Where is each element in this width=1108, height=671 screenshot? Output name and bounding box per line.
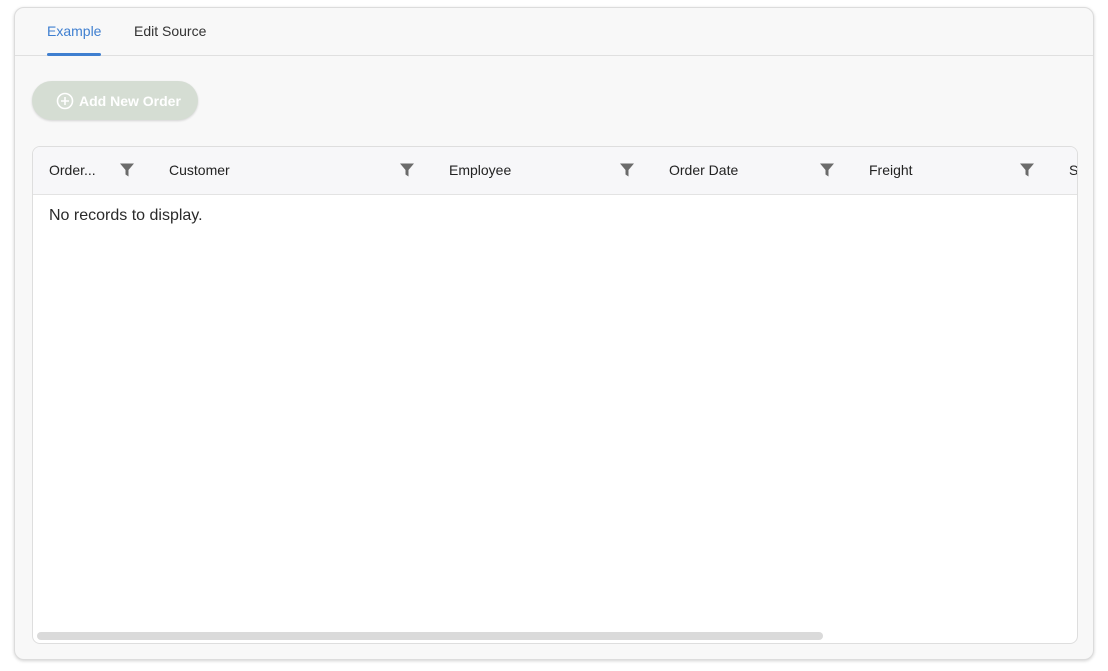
funnel-icon[interactable] bbox=[119, 162, 135, 178]
tab-edit-source[interactable]: Edit Source bbox=[134, 8, 206, 56]
empty-records-message: No records to display. bbox=[49, 207, 203, 224]
funnel-icon[interactable] bbox=[399, 162, 415, 178]
funnel-icon[interactable] bbox=[1019, 162, 1035, 178]
funnel-icon[interactable] bbox=[619, 162, 635, 178]
add-new-order-label: Add New Order bbox=[79, 92, 181, 109]
example-panel: Example Edit Source Add New Order Order.… bbox=[14, 7, 1094, 660]
funnel-icon[interactable] bbox=[819, 162, 835, 178]
horizontal-scrollbar[interactable] bbox=[37, 632, 823, 640]
column-header-employee[interactable]: Employee bbox=[449, 147, 511, 195]
column-header-customer[interactable]: Customer bbox=[169, 147, 230, 195]
orders-grid: Order... Customer Employee Order Date Fr… bbox=[32, 146, 1078, 644]
column-header-freight[interactable]: Freight bbox=[869, 147, 913, 195]
column-header-order-date[interactable]: Order Date bbox=[669, 147, 738, 195]
column-header-ship[interactable]: S bbox=[1069, 147, 1077, 195]
grid-header: Order... Customer Employee Order Date Fr… bbox=[33, 147, 1077, 195]
column-header-order[interactable]: Order... bbox=[49, 147, 96, 195]
plus-circle-icon bbox=[56, 92, 74, 110]
tab-bar: Example Edit Source bbox=[15, 8, 1093, 56]
tab-example[interactable]: Example bbox=[47, 8, 102, 56]
add-new-order-button[interactable]: Add New Order bbox=[32, 81, 198, 120]
